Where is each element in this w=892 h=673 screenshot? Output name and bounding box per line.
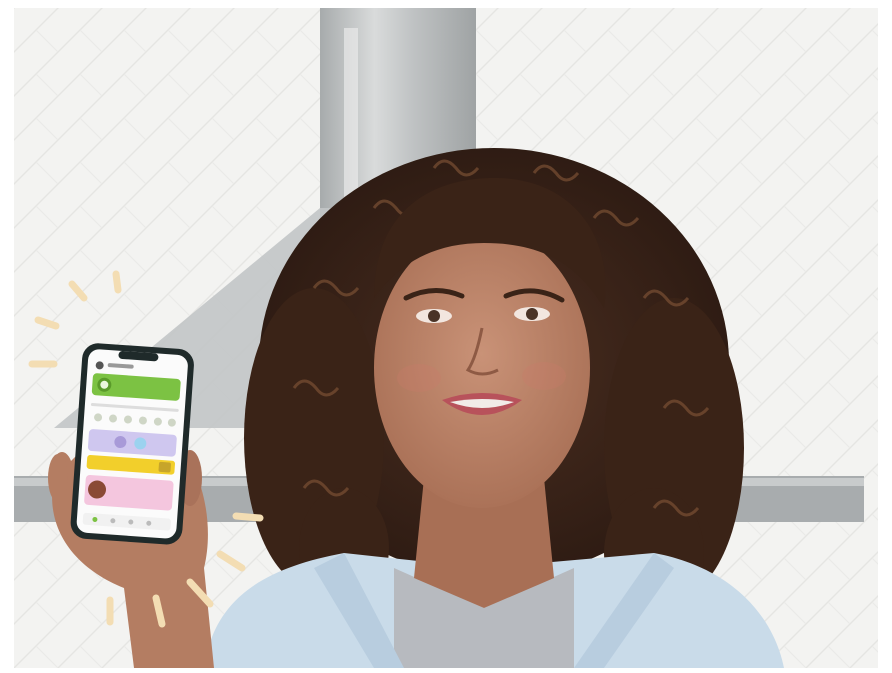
photo-scene — [14, 8, 878, 668]
photo-frame — [14, 8, 878, 668]
phone — [70, 343, 194, 545]
